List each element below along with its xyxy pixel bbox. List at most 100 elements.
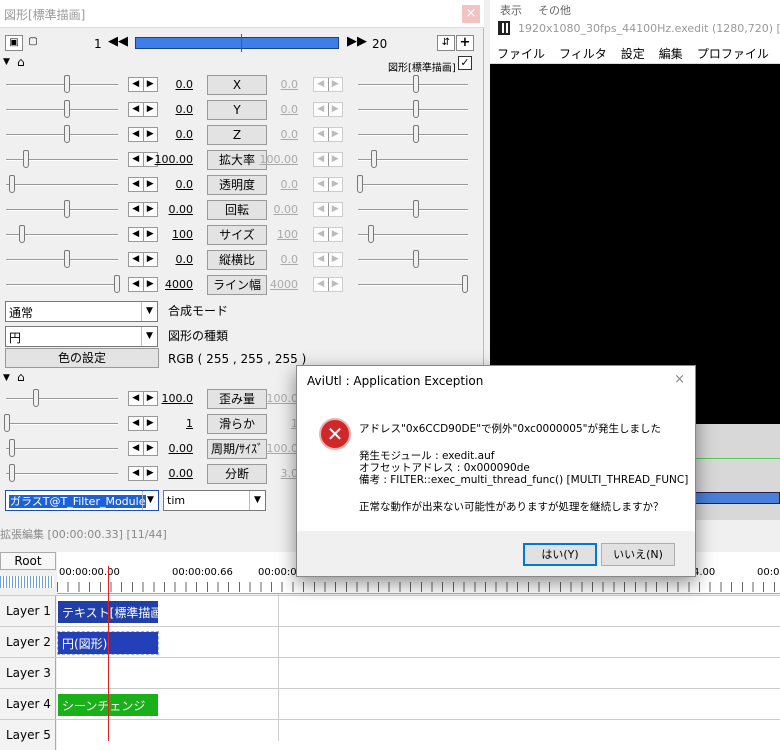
- left-value[interactable]: 100.0: [153, 392, 194, 405]
- current-frame-marker[interactable]: [241, 34, 242, 52]
- add-filter-icon[interactable]: +: [456, 35, 474, 51]
- playhead[interactable]: [108, 566, 109, 741]
- left-arrow-icon[interactable]: ◀: [129, 442, 143, 455]
- right-arrow-icon[interactable]: ▶: [327, 278, 343, 291]
- right-arrow-icon[interactable]: ▶: [327, 128, 343, 141]
- jump-end-icon[interactable]: ▶▶: [347, 35, 367, 51]
- shape-type-select[interactable]: 円 ▼: [5, 326, 158, 347]
- layer-label[interactable]: Layer 3: [0, 658, 56, 688]
- right-value[interactable]: 0.0: [258, 128, 299, 141]
- left-arrow-icon[interactable]: ◀: [314, 153, 328, 166]
- left-arrow-icon[interactable]: ◀: [314, 253, 328, 266]
- right-value[interactable]: 0.0: [258, 78, 299, 91]
- timeline-layer[interactable]: Layer 5: [0, 719, 780, 750]
- right-value[interactable]: 4000: [258, 278, 298, 291]
- menu-view[interactable]: 表示: [776, 42, 780, 65]
- left-arrow-icon[interactable]: ◀: [314, 128, 328, 141]
- right-spin-button[interactable]: ◀▶: [313, 177, 343, 192]
- left-slider-thumb[interactable]: [114, 275, 120, 293]
- right-spin-button[interactable]: ◀▶: [313, 127, 343, 142]
- right-slider-thumb[interactable]: [368, 225, 374, 243]
- collapse-arrow-icon[interactable]: ▼: [3, 57, 10, 67]
- left-value[interactable]: 0.00: [153, 467, 194, 480]
- left-arrow-icon[interactable]: ◀: [129, 153, 143, 166]
- root-button[interactable]: Root: [0, 552, 56, 570]
- right-spin-button[interactable]: ◀▶: [313, 202, 343, 217]
- left-value[interactable]: 0.0: [153, 78, 194, 91]
- menu-edit[interactable]: 編集: [652, 42, 690, 65]
- filter-select[interactable]: ガラスT@T_Filter_Module ▼: [5, 490, 159, 511]
- right-arrow-icon[interactable]: ▶: [327, 78, 343, 91]
- right-arrow-icon[interactable]: ▶: [327, 153, 343, 166]
- left-slider-thumb[interactable]: [19, 225, 25, 243]
- screen-icon[interactable]: ▢: [24, 35, 42, 51]
- right-slider-thumb[interactable]: [462, 275, 468, 293]
- timeline-layer[interactable]: Layer 4 シーンチェンジ: [0, 688, 780, 719]
- layer-track[interactable]: [57, 720, 780, 750]
- layer-track[interactable]: シーンチェンジ: [57, 689, 780, 719]
- timeline-layer[interactable]: Layer 2 円(図形): [0, 626, 780, 657]
- right-slider-thumb[interactable]: [413, 75, 419, 93]
- left-arrow-icon[interactable]: ◀: [314, 78, 328, 91]
- left-arrow-icon[interactable]: ◀: [129, 417, 143, 430]
- left-value[interactable]: 0.0: [153, 253, 194, 266]
- left-arrow-icon[interactable]: ◀: [314, 103, 328, 116]
- left-arrow-icon[interactable]: ◀: [129, 128, 143, 141]
- left-arrow-icon[interactable]: ◀: [129, 203, 143, 216]
- right-slider-thumb[interactable]: [413, 100, 419, 118]
- timeline-layer[interactable]: Layer 1 テキスト[標準描画]: [0, 595, 780, 626]
- right-value[interactable]: 100.00: [258, 153, 299, 166]
- link-icon[interactable]: ⇵: [437, 35, 455, 51]
- no-button[interactable]: いいえ(N): [601, 543, 675, 566]
- right-spin-button[interactable]: ◀▶: [313, 152, 343, 167]
- yes-button[interactable]: はい(Y): [523, 543, 597, 566]
- right-value[interactable]: 0.0: [258, 178, 299, 191]
- menu-profile[interactable]: プロファイル: [690, 42, 776, 65]
- timeline-layer[interactable]: Layer 3: [0, 657, 780, 688]
- right-slider-thumb[interactable]: [357, 175, 363, 193]
- dialog-close-button[interactable]: ×: [674, 372, 685, 387]
- left-value[interactable]: 0.0: [153, 178, 194, 191]
- left-value[interactable]: 0.0: [153, 128, 194, 141]
- right-value[interactable]: 0.00: [258, 203, 299, 216]
- right-value[interactable]: 3.0: [258, 467, 299, 480]
- right-arrow-icon[interactable]: ▶: [327, 103, 343, 116]
- right-value[interactable]: 100: [258, 228, 298, 241]
- layer-label[interactable]: Layer 1: [0, 596, 56, 626]
- left-value[interactable]: 1: [153, 417, 193, 430]
- layer-track[interactable]: [57, 658, 780, 688]
- right-value[interactable]: 0.0: [258, 103, 299, 116]
- layer-label[interactable]: Layer 5: [0, 720, 56, 750]
- right-value[interactable]: 0.0: [258, 253, 299, 266]
- left-slider-thumb[interactable]: [64, 125, 70, 143]
- left-slider-thumb[interactable]: [9, 439, 15, 457]
- left-value[interactable]: 100: [153, 228, 193, 241]
- right-spin-button[interactable]: ◀▶: [313, 77, 343, 92]
- left-arrow-icon[interactable]: ◀: [314, 228, 328, 241]
- close-button[interactable]: ×: [462, 5, 480, 23]
- collapse-arrow-icon[interactable]: ▼: [3, 373, 10, 383]
- jump-start-icon[interactable]: ◀◀: [108, 35, 128, 51]
- left-arrow-icon[interactable]: ◀: [129, 392, 143, 405]
- layer-track[interactable]: 円(図形): [57, 627, 780, 657]
- right-spin-button[interactable]: ◀▶: [313, 102, 343, 117]
- layer-label[interactable]: Layer 2: [0, 627, 56, 657]
- left-value[interactable]: 100.00: [153, 153, 194, 166]
- left-slider-thumb[interactable]: [9, 175, 15, 193]
- filter-sub-select[interactable]: tim ▼: [163, 490, 266, 511]
- right-slider-thumb[interactable]: [371, 150, 377, 168]
- layer-label[interactable]: Layer 4: [0, 689, 56, 719]
- right-value[interactable]: 100.0: [258, 392, 299, 405]
- left-slider-thumb[interactable]: [33, 389, 39, 407]
- left-slider-thumb[interactable]: [4, 414, 10, 432]
- camera-icon[interactable]: ▣: [5, 35, 23, 51]
- left-slider-thumb[interactable]: [64, 250, 70, 268]
- right-spin-button[interactable]: ◀▶: [313, 227, 343, 242]
- left-value[interactable]: 4000: [153, 278, 193, 291]
- left-arrow-icon[interactable]: ◀: [129, 253, 143, 266]
- left-value[interactable]: 0.00: [153, 442, 194, 455]
- left-arrow-icon[interactable]: ◀: [129, 178, 143, 191]
- left-arrow-icon[interactable]: ◀: [129, 228, 143, 241]
- left-arrow-icon[interactable]: ◀: [129, 78, 143, 91]
- left-slider-thumb[interactable]: [23, 150, 29, 168]
